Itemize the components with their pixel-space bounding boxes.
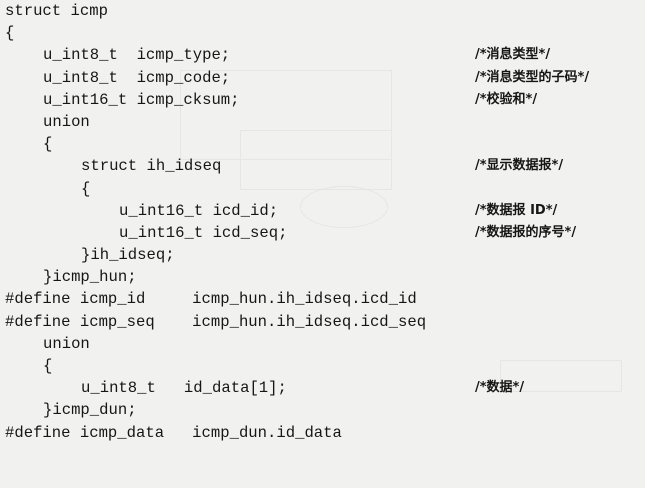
code-line: #define icmp_seq icmp_hun.ih_idseq.icd_s… (5, 311, 645, 333)
code-line: }ih_idseq; (5, 244, 645, 266)
code-line: #define icmp_data icmp_dun.id_data (5, 422, 645, 444)
code-listing: struct icmp { u_int8_t icmp_type; /*消息类型… (5, 0, 645, 444)
code-text: union (43, 334, 90, 353)
code-text: u_int8_t icmp_code; (43, 68, 231, 87)
code-text: u_int8_t icmp_type; (43, 46, 231, 65)
code-text: u_int16_t icd_seq; (119, 223, 288, 242)
code-text: #define icmp_data icmp_dun.id_data (5, 423, 342, 442)
code-text: { (5, 24, 15, 43)
code-text: struct icmp (5, 2, 108, 20)
code-line: #define icmp_id icmp_hun.ih_idseq.icd_id (5, 288, 645, 310)
code-text: }icmp_hun; (43, 268, 137, 287)
code-line: u_int16_t icd_seq; /*数据报的序号*/ (5, 222, 645, 244)
code-line: u_int8_t icmp_code; /*消息类型的子码*/ (5, 67, 645, 89)
code-line: { (5, 355, 645, 377)
code-text: struct ih_idseq (81, 157, 222, 176)
code-text: { (43, 135, 53, 154)
code-line: }icmp_dun; (5, 399, 645, 421)
code-text: u_int16_t icd_id; (119, 201, 279, 220)
code-line: struct icmp (5, 0, 645, 22)
code-line: u_int8_t icmp_type; /*消息类型*/ (5, 44, 645, 66)
code-line: { (5, 178, 645, 200)
code-text: u_int16_t icmp_cksum; (43, 90, 240, 109)
code-comment: /*数据*/ (475, 380, 525, 396)
code-line: union (5, 333, 645, 355)
code-line: u_int16_t icmp_cksum; /*校验和*/ (5, 89, 645, 111)
code-line: u_int16_t icd_id; /*数据报 ID*/ (5, 200, 645, 222)
code-text: { (43, 357, 53, 375)
code-line: { (5, 133, 645, 155)
code-line: union (5, 111, 645, 133)
code-line: u_int8_t id_data[1]; /*数据*/ (5, 377, 645, 399)
code-line: }icmp_hun; (5, 266, 645, 288)
code-comment: /*消息类型*/ (475, 47, 551, 63)
code-comment: /*数据报 ID*/ (475, 202, 558, 218)
code-text: #define icmp_seq icmp_hun.ih_idseq.icd_s… (5, 312, 427, 331)
code-comment: /*数据报的序号*/ (475, 224, 577, 240)
code-comment: /*校验和*/ (475, 91, 538, 107)
code-comment: /*消息类型的子码*/ (475, 69, 590, 85)
code-text: }icmp_dun; (43, 401, 137, 420)
code-text: { (81, 179, 91, 198)
code-line: struct ih_idseq /*显示数据报*/ (5, 155, 645, 177)
code-text: u_int8_t id_data[1]; (81, 379, 287, 398)
code-text: }ih_idseq; (81, 246, 175, 265)
code-text: #define icmp_id icmp_hun.ih_idseq.icd_id (5, 290, 417, 309)
code-line: { (5, 22, 645, 44)
code-comment: /*显示数据报*/ (475, 158, 564, 174)
code-text: union (43, 112, 90, 131)
